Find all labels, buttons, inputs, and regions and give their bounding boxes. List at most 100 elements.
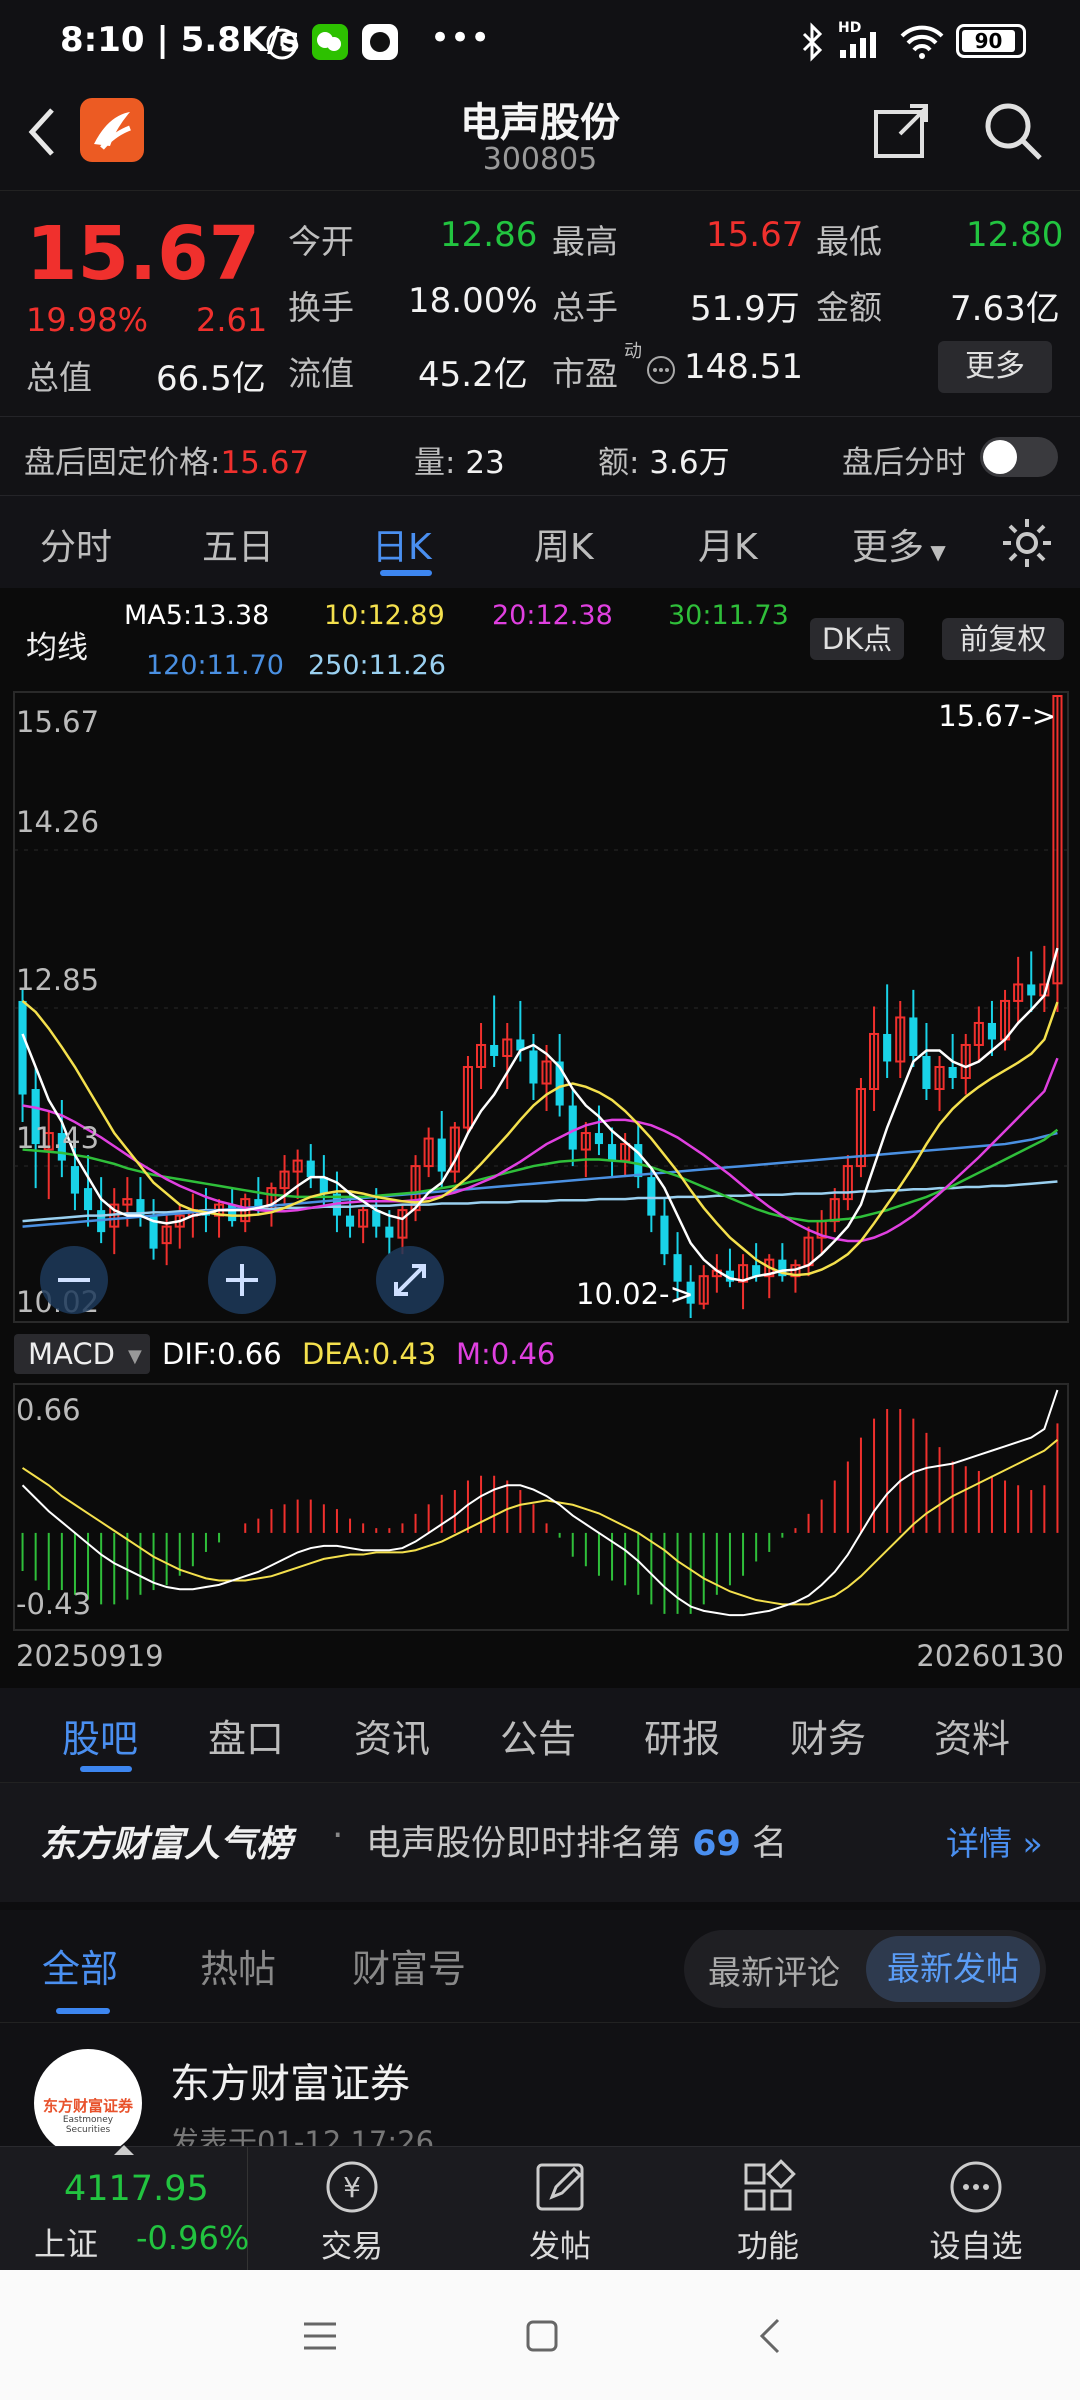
bottom-dock: 4117.95 上证 -0.96% ¥ 交易 发帖 功能 设自选	[0, 2145, 1080, 2271]
share-icon[interactable]	[870, 100, 932, 162]
more-button[interactable]: 更多	[938, 341, 1052, 393]
ma250-label: 250:11.26	[308, 650, 446, 681]
macd-y-min: -0.43	[16, 1587, 91, 1621]
back-icon[interactable]	[752, 2316, 792, 2356]
candle-body	[385, 1226, 394, 1238]
alarm-icon	[266, 28, 298, 60]
open-label: 今开	[288, 222, 354, 261]
menu-icon[interactable]	[300, 2316, 340, 2356]
candlestick-chart[interactable]: 15.67 14.26 12.85 11.43 10.02 15.67-> 10…	[0, 690, 1080, 1676]
index-ticker[interactable]: 4117.95 上证 -0.96%	[0, 2145, 250, 2271]
ma5-label: MA5:13.38	[124, 600, 270, 631]
pe-label: 市盈	[552, 354, 618, 393]
sort-latest-comment[interactable]: 最新评论	[708, 1946, 840, 1994]
y-axis-max: 15.67	[16, 705, 99, 739]
search-icon[interactable]	[980, 98, 1046, 164]
amount-label: 金额	[816, 288, 882, 327]
date-end: 20260130	[916, 1639, 1064, 1673]
volume-label: 总手	[552, 288, 618, 327]
sort-latest-post[interactable]: 最新发帖	[866, 1936, 1040, 2002]
zoom-out-button[interactable]	[40, 1246, 108, 1314]
popularity-rank-bar[interactable]: 东方财富人气榜 · 电声股份即时排名第 69 名 详情 »	[0, 1782, 1080, 1902]
tab-five-day[interactable]: 五日	[202, 518, 274, 570]
tab-order-book[interactable]: 盘口	[208, 1708, 284, 1763]
tab-monthly-k[interactable]: 月K	[698, 518, 758, 570]
current-price: 15.67	[26, 211, 261, 297]
change-amount: 2.61	[196, 301, 268, 339]
index-change: -0.96%	[136, 2219, 250, 2257]
post-author[interactable]: 东方财富证券	[170, 2051, 410, 2109]
candle-body	[529, 1050, 538, 1084]
filter-all[interactable]: 全部	[42, 1938, 118, 1993]
candle-body	[922, 1055, 931, 1090]
trade-icon: ¥	[326, 2161, 378, 2213]
mktcap-value: 66.5亿	[156, 359, 266, 399]
signal-icon	[840, 32, 876, 58]
system-nav-bar	[0, 2270, 1080, 2400]
after-hours-bar: 盘后固定价格:15.67 量: 23 额: 3.6万 盘后分时	[0, 416, 1080, 496]
expand-up-icon[interactable]	[112, 2143, 136, 2157]
pe-value: 148.51	[684, 347, 803, 387]
status-bar: 8:10 | 5.8K/s ••• HD 90	[0, 0, 1080, 84]
wechat-icon	[312, 24, 348, 60]
macd-dropdown-icon: ▼	[128, 1346, 142, 1367]
macd-dif-line	[21, 1389, 1059, 1617]
candle-body	[647, 1177, 656, 1216]
tab-more[interactable]: 更多 ▼	[852, 518, 946, 570]
macd-dea-line	[21, 1439, 1059, 1606]
ma20-label: 20:12.38	[492, 600, 613, 631]
tab-finance[interactable]: 财务	[790, 1708, 866, 1763]
post-item[interactable]: 东方财富证券 Eastmoney Securities 东方财富证券 发表于01…	[0, 2022, 1080, 2159]
dock-post[interactable]: 发帖	[504, 2157, 616, 2266]
macd-selector-label: MACD	[28, 1337, 115, 1371]
low-label: 最低	[816, 222, 882, 261]
home-icon[interactable]	[522, 2316, 562, 2356]
tab-announcements[interactable]: 公告	[500, 1708, 576, 1763]
svg-text:¥: ¥	[343, 2171, 361, 2204]
candle-body	[490, 1044, 499, 1056]
dock-trade[interactable]: ¥ 交易	[296, 2157, 408, 2266]
kline-chart-area: 均线 MA5:13.38 10:12.89 20:12.38 30:11.73 …	[0, 588, 1080, 1688]
candle-body	[228, 1204, 237, 1222]
tab-profile[interactable]: 资料	[934, 1708, 1010, 1763]
more-circle-icon	[950, 2161, 1002, 2213]
info-dots-icon[interactable]	[646, 355, 676, 385]
adjust-button[interactable]: 前复权	[942, 618, 1064, 660]
candle-body	[83, 1188, 93, 1211]
turnover-label: 换手	[288, 288, 354, 327]
turnover-value: 18.00%	[408, 281, 538, 321]
filter-all-indicator	[56, 2008, 110, 2014]
index-value: 4117.95	[64, 2169, 209, 2209]
tab-news[interactable]: 资讯	[354, 1708, 430, 1763]
candle-body	[909, 1017, 918, 1056]
filter-hot[interactable]: 热帖	[200, 1938, 276, 1993]
rank-detail-link[interactable]: 详情 »	[946, 1817, 1043, 1865]
tab-forum[interactable]: 股吧	[62, 1708, 138, 1763]
candle-body	[883, 1033, 892, 1062]
float-value: 45.2亿	[418, 355, 528, 395]
after-timeshare-toggle[interactable]	[980, 437, 1058, 477]
tab-research[interactable]: 研报	[644, 1708, 720, 1763]
low-marker: 10.02->	[576, 1277, 694, 1311]
candle-body	[18, 1000, 27, 1095]
dk-point-button[interactable]: DK点	[810, 618, 904, 660]
tab-daily-k[interactable]: 日K	[372, 518, 432, 570]
zoom-in-button[interactable]	[208, 1246, 276, 1314]
tab-weekly-k[interactable]: 周K	[534, 518, 594, 570]
tab-timeshare[interactable]: 分时	[40, 518, 112, 570]
edit-icon	[536, 2163, 584, 2211]
y-axis-tick-4: 11.43	[16, 1121, 99, 1155]
rank-dot: ·	[332, 1815, 344, 1856]
battery-icon: 90	[956, 24, 1026, 58]
fullscreen-button[interactable]	[376, 1246, 444, 1314]
avatar[interactable]: 东方财富证券 Eastmoney Securities	[34, 2049, 142, 2157]
dock-function[interactable]: 功能	[712, 2157, 824, 2266]
candle-body	[345, 1215, 355, 1227]
date-start: 20250919	[16, 1639, 164, 1673]
candle-body	[306, 1160, 315, 1178]
rank-text: 电声股份即时排名第 69 名	[366, 1824, 788, 1864]
ma5-line	[21, 947, 1059, 1282]
settings-gear-icon[interactable]	[1000, 516, 1054, 570]
dock-watchlist[interactable]: 设自选	[920, 2157, 1032, 2266]
filter-wealth[interactable]: 财富号	[352, 1938, 466, 1993]
